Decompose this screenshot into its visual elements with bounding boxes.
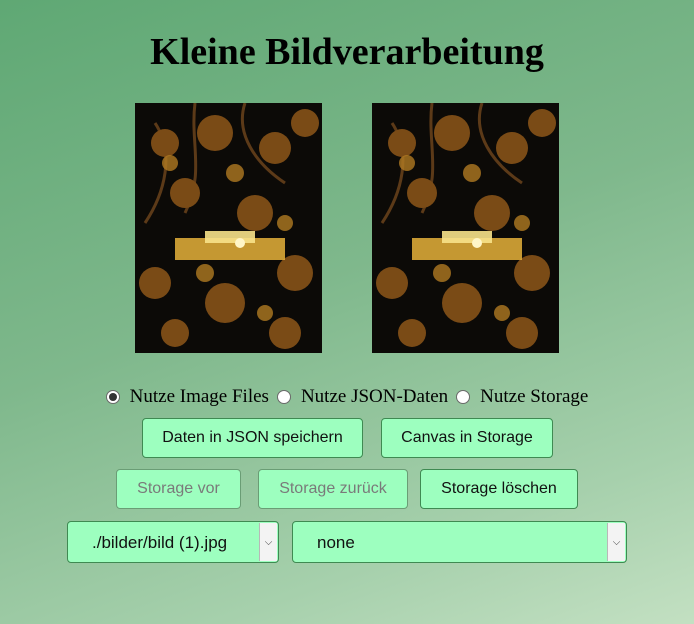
result-image [372, 103, 559, 353]
radio-label-storage: Nutze Storage [480, 386, 589, 407]
radio-button-json-data[interactable] [276, 390, 291, 404]
radio-button-storage[interactable] [456, 390, 471, 404]
storage-delete-button[interactable]: Storage löschen [420, 469, 578, 509]
radio-label-json-data: Nutze JSON-Daten [300, 386, 449, 407]
storage-back-button[interactable]: Storage zurück [258, 469, 408, 509]
radio-label-image-files: Nutze Image Files [129, 386, 269, 407]
filter-select-value: none [317, 533, 355, 552]
file-select[interactable]: ./bilder/bild (1).jpg ⌵ [67, 521, 279, 563]
source-radio-group: Nutze Image Files Nutze JSON-Daten Nutze… [0, 386, 694, 408]
source-image [135, 103, 322, 353]
page-title: Kleine Bildverarbeitung [150, 31, 544, 73]
radio-option-json-data[interactable]: Nutze JSON-Daten [276, 386, 449, 408]
canvas-to-storage-button[interactable]: Canvas in Storage [381, 418, 553, 458]
chevron-down-icon[interactable]: ⌵ [607, 523, 625, 561]
radio-button-image-files[interactable] [105, 390, 120, 404]
file-select-value: ./bilder/bild (1).jpg [92, 533, 228, 552]
radio-option-storage[interactable]: Nutze Storage [456, 386, 588, 408]
save-json-button[interactable]: Daten in JSON speichern [142, 418, 363, 458]
radio-option-image-files[interactable]: Nutze Image Files [105, 386, 269, 408]
chevron-down-icon[interactable]: ⌵ [259, 523, 277, 561]
filter-select[interactable]: none ⌵ [292, 521, 627, 563]
storage-forward-button[interactable]: Storage vor [116, 469, 241, 509]
